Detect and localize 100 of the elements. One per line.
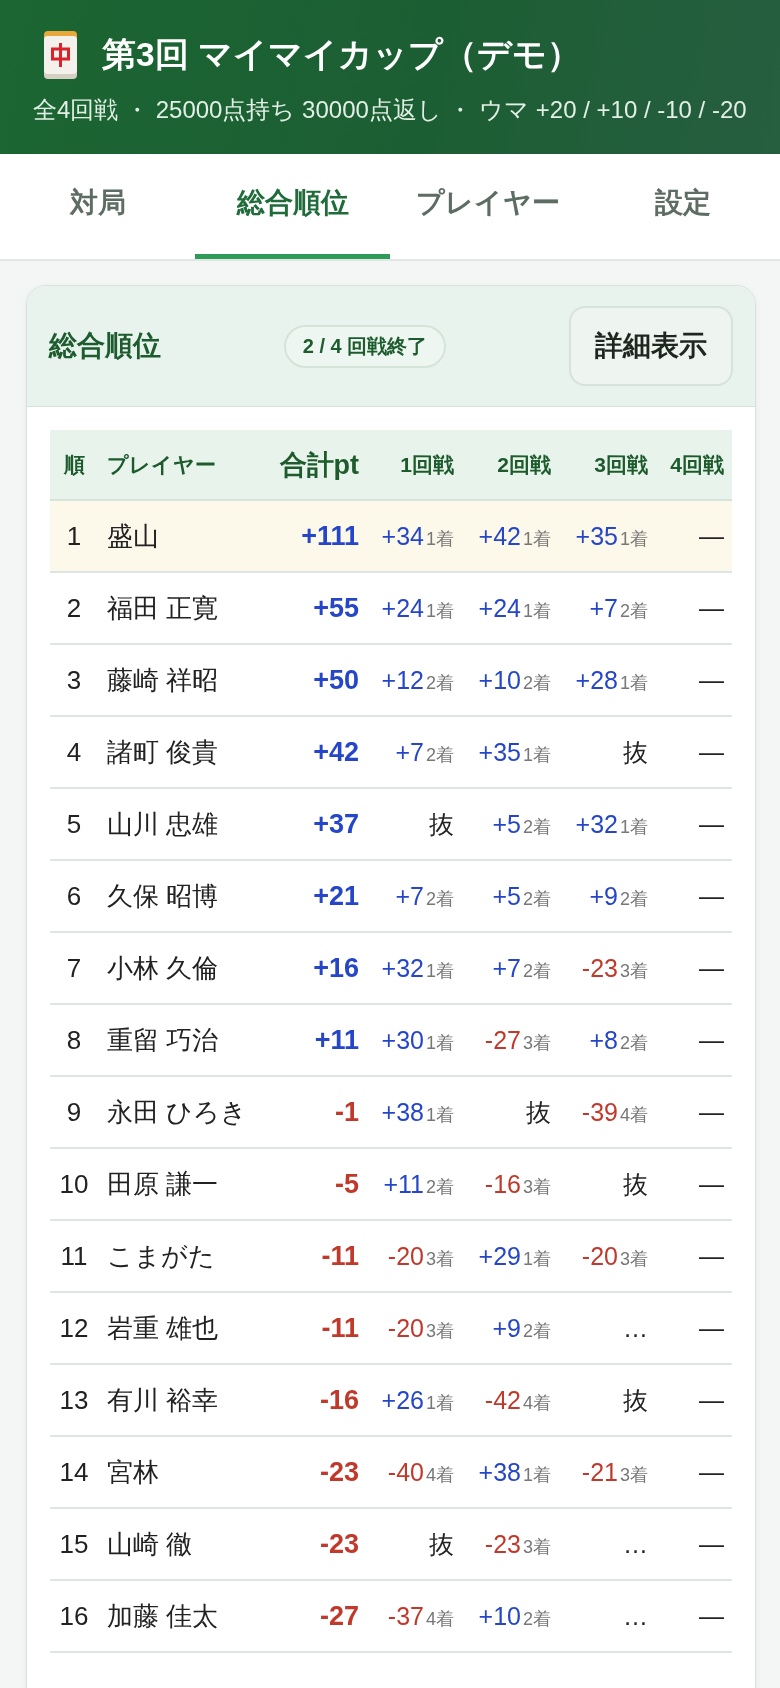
round-status: —	[699, 1385, 724, 1415]
card-title: 総合順位	[49, 329, 161, 363]
round-status: —	[699, 593, 724, 623]
column-header: 順	[62, 451, 86, 478]
column-header: 2回戦	[496, 451, 552, 478]
player-name: 岩重 雄也	[106, 1311, 220, 1345]
placement-label: 2着	[426, 743, 454, 767]
round-score: +30	[381, 1025, 424, 1055]
round-status: …	[623, 1313, 648, 1343]
round-status: …	[623, 1529, 648, 1559]
placement-label: 2着	[523, 1607, 551, 1631]
total-points: +111	[301, 520, 359, 552]
round-score: +5	[492, 881, 521, 911]
round-status: —	[699, 1169, 724, 1199]
player-name: 盛山	[106, 519, 160, 553]
round-score: +24	[478, 593, 521, 623]
round-status: 抜	[429, 808, 454, 840]
column-header: 1回戦	[399, 451, 455, 478]
round-score: +35	[575, 521, 618, 551]
placement-label: 2着	[523, 1319, 551, 1343]
rank-number: 9	[65, 1096, 83, 1128]
round-score: +38	[381, 1097, 424, 1127]
player-name: 田原 謙一	[106, 1167, 220, 1201]
rank-number: 5	[65, 808, 83, 840]
total-points: -27	[319, 1600, 359, 1632]
player-name: 久保 昭博	[106, 879, 220, 913]
total-points: -11	[321, 1240, 359, 1272]
round-status: —	[699, 1025, 724, 1055]
round-score: -20	[387, 1313, 424, 1343]
round-status: —	[699, 665, 724, 695]
round-score: +38	[478, 1457, 521, 1487]
placement-label: 2着	[523, 815, 551, 839]
player-name: 宮林	[106, 1455, 160, 1489]
column-header: 4回戦	[669, 451, 725, 478]
round-score: +7	[395, 737, 424, 767]
column-header: 合計pt	[278, 448, 360, 482]
round-score: +10	[478, 665, 521, 695]
total-points: +16	[313, 952, 359, 984]
player-name: 諸町 俊貴	[106, 735, 220, 769]
rank-number: 16	[58, 1600, 90, 1632]
round-score: +34	[381, 521, 424, 551]
rank-number: 7	[65, 952, 83, 984]
round-status: —	[699, 881, 724, 911]
placement-label: 4着	[620, 1103, 648, 1127]
rank-number: 4	[65, 736, 83, 768]
total-points: -1	[335, 1096, 359, 1128]
tab[interactable]: プレイヤー	[390, 154, 585, 259]
placement-label: 1着	[523, 1463, 551, 1487]
column-header: 3回戦	[593, 451, 649, 478]
placement-label: 2着	[426, 887, 454, 911]
round-status: —	[699, 521, 724, 551]
placement-label: 2着	[426, 671, 454, 695]
placement-label: 1着	[620, 671, 648, 695]
rank-number: 3	[65, 664, 83, 696]
placement-label: 1着	[523, 599, 551, 623]
round-score: -20	[581, 1241, 618, 1271]
round-score: -16	[484, 1169, 521, 1199]
placement-label: 1着	[523, 527, 551, 551]
placement-label: 2着	[426, 1175, 454, 1199]
round-status: —	[699, 1241, 724, 1271]
player-name: 有川 裕幸	[106, 1383, 220, 1417]
round-score: +7	[395, 881, 424, 911]
round-score: +32	[381, 953, 424, 983]
placement-label: 4着	[426, 1463, 454, 1487]
round-score: +29	[478, 1241, 521, 1271]
placement-label: 2着	[620, 599, 648, 623]
round-score: -23	[484, 1529, 521, 1559]
total-points: +37	[313, 808, 359, 840]
round-status: 抜	[623, 1168, 648, 1200]
rank-number: 1	[65, 520, 83, 552]
placement-label: 1着	[426, 959, 454, 983]
placement-label: 1着	[426, 527, 454, 551]
round-score: +42	[478, 521, 521, 551]
placement-label: 2着	[523, 959, 551, 983]
round-score: -42	[484, 1385, 521, 1415]
round-score: -27	[484, 1025, 521, 1055]
placement-label: 3着	[620, 959, 648, 983]
round-score: +7	[492, 953, 521, 983]
rank-number: 14	[58, 1456, 90, 1488]
placement-label: 1着	[620, 527, 648, 551]
tab[interactable]: 設定	[585, 154, 780, 259]
placement-label: 1着	[426, 1031, 454, 1055]
round-status: 抜	[429, 1528, 454, 1560]
round-score: -37	[387, 1601, 424, 1631]
detail-button[interactable]: 詳細表示	[569, 306, 733, 386]
placement-label: 3着	[523, 1031, 551, 1055]
placement-label: 4着	[426, 1607, 454, 1631]
placement-label: 3着	[620, 1247, 648, 1271]
round-score: -20	[387, 1241, 424, 1271]
round-status: —	[699, 809, 724, 839]
round-score: +10	[478, 1601, 521, 1631]
tab[interactable]: 総合順位	[195, 154, 390, 259]
app-title: 第3回 マイマイカップ（デモ）	[102, 34, 581, 75]
round-score: +9	[589, 881, 618, 911]
tab[interactable]: 対局	[0, 154, 195, 259]
round-status: 抜	[526, 1096, 551, 1128]
total-points: +21	[313, 880, 359, 912]
total-points: -16	[319, 1384, 359, 1416]
player-name: こまがた	[106, 1239, 216, 1273]
rank-number: 11	[59, 1240, 89, 1272]
